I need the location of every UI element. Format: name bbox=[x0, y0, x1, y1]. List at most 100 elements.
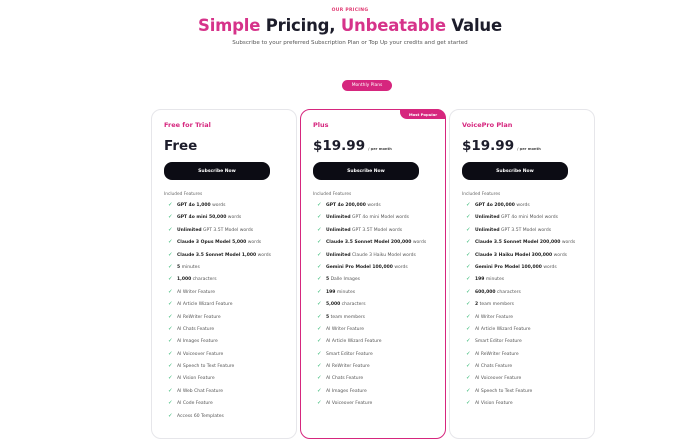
feature-item: ✓ GPT 4o mini 50,000 words bbox=[168, 214, 280, 221]
check-icon: ✓ bbox=[466, 313, 471, 320]
check-icon: ✓ bbox=[317, 288, 322, 295]
check-icon: ✓ bbox=[168, 226, 173, 233]
feature-highlight: 199 bbox=[475, 277, 485, 283]
feature-text: AI Speech to Text Feature bbox=[177, 363, 234, 370]
check-icon: ✓ bbox=[466, 400, 471, 407]
billing-toggle[interactable]: Monthly Plans bbox=[342, 80, 392, 91]
feature-item: ✓ 5 Dalle Images bbox=[317, 276, 429, 283]
check-icon: ✓ bbox=[317, 325, 322, 332]
check-icon: ✓ bbox=[168, 301, 173, 308]
plan-name: Plus bbox=[313, 121, 329, 129]
feature-item: ✓ AI Writer Feature bbox=[317, 326, 429, 333]
feature-detail: words bbox=[246, 240, 262, 246]
feature-detail: Claude 3 Haiku Model words bbox=[350, 252, 416, 258]
feature-text: Unlimited GPT 3.5T Model words bbox=[326, 227, 402, 234]
feature-detail: AI Vision Feature bbox=[177, 376, 215, 382]
feature-detail: team members bbox=[329, 314, 366, 320]
feature-detail: team members bbox=[478, 302, 515, 308]
check-icon: ✓ bbox=[317, 301, 322, 308]
check-icon: ✓ bbox=[168, 387, 173, 394]
feature-item: ✓ Unlimited GPT 4o mini Model words bbox=[317, 214, 429, 221]
feature-detail: words bbox=[411, 240, 427, 246]
check-icon: ✓ bbox=[466, 375, 471, 382]
feature-text: AI Article Wizard Feature bbox=[326, 338, 382, 345]
check-icon: ✓ bbox=[168, 313, 173, 320]
feature-item: ✓ Access 60 Templates bbox=[168, 413, 280, 420]
feature-detail: characters bbox=[495, 289, 521, 295]
feature-item: ✓ Gemini Pro Model 100,000 words bbox=[466, 264, 578, 271]
feature-list: ✓ GPT 4o 200,000 words ✓ Unlimited GPT 4o m… bbox=[466, 202, 578, 413]
check-icon: ✓ bbox=[168, 263, 173, 270]
feature-text: AI Images Feature bbox=[177, 338, 218, 345]
feature-text: Claude 3.5 Sonnet Model 200,000 words bbox=[326, 239, 426, 246]
feature-detail: minutes bbox=[180, 264, 200, 270]
feature-text: AI Code Feature bbox=[177, 400, 213, 407]
feature-item: ✓ AI Speech to Text Feature bbox=[466, 388, 578, 395]
check-icon: ✓ bbox=[168, 338, 173, 345]
check-icon: ✓ bbox=[466, 363, 471, 370]
feature-text: Gemini Pro Model 100,000 words bbox=[326, 264, 408, 271]
title-accent-simple: Simple bbox=[198, 16, 261, 35]
feature-detail: AI Vision Feature bbox=[475, 401, 513, 407]
feature-item: ✓ AI Article Wizard Feature bbox=[317, 338, 429, 345]
subscribe-button[interactable]: Subscribe Now bbox=[462, 162, 568, 180]
subscribe-button[interactable]: Subscribe Now bbox=[313, 162, 419, 180]
check-icon: ✓ bbox=[466, 214, 471, 221]
feature-text: Access 60 Templates bbox=[177, 413, 224, 420]
check-icon: ✓ bbox=[466, 338, 471, 345]
check-icon: ✓ bbox=[168, 239, 173, 246]
plan-period: / per month bbox=[517, 147, 541, 151]
feature-item: ✓ 600,000 characters bbox=[466, 289, 578, 296]
feature-detail: AI Speech to Text Feature bbox=[475, 388, 533, 394]
feature-detail: AI Images Feature bbox=[326, 388, 367, 394]
feature-detail: AI ReWriter Feature bbox=[326, 364, 370, 370]
check-icon: ✓ bbox=[168, 400, 173, 407]
feature-highlight: Unlimited bbox=[326, 227, 351, 233]
feature-highlight: Unlimited bbox=[475, 215, 500, 221]
feature-detail: words bbox=[365, 203, 381, 208]
feature-text: GPT 4o 200,000 words bbox=[475, 202, 530, 209]
feature-detail: AI Voiceover Feature bbox=[177, 351, 224, 357]
feature-item: ✓ Claude 3.5 Sonnet Model 200,000 words bbox=[466, 239, 578, 246]
feature-highlight: Claude 3 Opus Model 5,000 bbox=[177, 240, 247, 246]
price-row: $19.99 / per month bbox=[313, 138, 392, 154]
check-icon: ✓ bbox=[466, 276, 471, 283]
feature-highlight: Unlimited bbox=[177, 227, 202, 233]
feature-text: 1,000 characters bbox=[177, 276, 217, 283]
check-icon: ✓ bbox=[466, 226, 471, 233]
feature-detail: words bbox=[392, 264, 408, 270]
price-row: $19.99 / per month bbox=[462, 138, 541, 154]
feature-highlight: Claude 3 Haiku Model 300,000 bbox=[475, 252, 553, 258]
feature-text: Unlimited GPT 3.5T Model words bbox=[475, 227, 551, 234]
feature-item: ✓ AI Images Feature bbox=[317, 388, 429, 395]
feature-item: ✓ GPT 4o 200,000 words bbox=[466, 202, 578, 209]
feature-item: ✓ 199 minutes bbox=[466, 276, 578, 283]
feature-detail: AI Speech to Text Feature bbox=[177, 364, 235, 370]
feature-text: AI Images Feature bbox=[326, 388, 367, 395]
feature-detail: GPT 3.5T Model words bbox=[350, 227, 403, 233]
feature-text: AI ReWriter Feature bbox=[475, 351, 519, 358]
feature-detail: words bbox=[210, 203, 226, 208]
feature-item: ✓ AI Voiceover Feature bbox=[466, 375, 578, 382]
feature-detail: AI Chats Feature bbox=[326, 376, 364, 382]
feature-text: AI Speech to Text Feature bbox=[475, 388, 532, 395]
feature-highlight: 5,000 bbox=[326, 302, 341, 308]
feature-detail: AI Voiceover Feature bbox=[475, 376, 522, 382]
feature-text: AI Chats Feature bbox=[326, 375, 363, 382]
feature-text: AI Voiceover Feature bbox=[177, 351, 223, 358]
check-icon: ✓ bbox=[317, 400, 322, 407]
feature-highlight: GPT 4o mini 50,000 bbox=[177, 215, 227, 221]
subscribe-button[interactable]: Subscribe Now bbox=[164, 162, 270, 180]
feature-item: ✓ Claude 3 Opus Model 5,000 words bbox=[168, 239, 280, 246]
check-icon: ✓ bbox=[317, 239, 322, 246]
feature-highlight: Claude 3.5 Sonnet Model 200,000 bbox=[475, 240, 561, 246]
feature-text: Unlimited GPT 4o mini Model words bbox=[475, 214, 558, 221]
feature-detail: Access 60 Templates bbox=[177, 413, 224, 419]
feature-text: Gemini Pro Model 100,000 words bbox=[475, 264, 557, 271]
check-icon: ✓ bbox=[317, 202, 322, 208]
check-icon: ✓ bbox=[317, 350, 322, 357]
feature-detail: characters bbox=[340, 302, 366, 308]
feature-detail: AI ReWriter Feature bbox=[475, 351, 519, 357]
feature-text: AI Voiceover Feature bbox=[475, 375, 521, 382]
feature-text: AI Article Wizard Feature bbox=[177, 301, 233, 308]
